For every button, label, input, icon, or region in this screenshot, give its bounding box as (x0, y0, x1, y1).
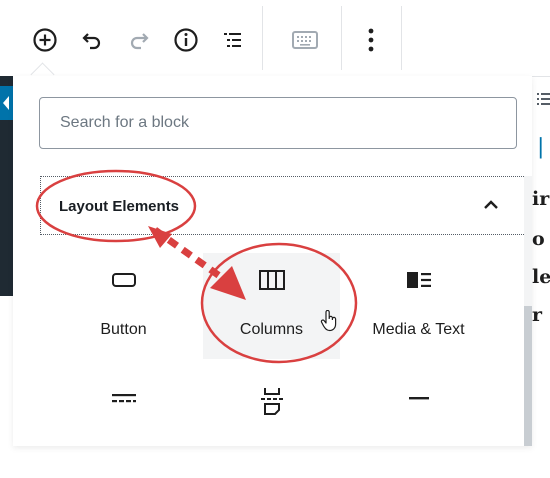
block-page-break[interactable] (203, 372, 340, 478)
block-more[interactable] (55, 372, 192, 478)
background-text-line: le (532, 266, 550, 288)
info-icon (174, 28, 198, 52)
background-link: ▏ (540, 138, 550, 158)
block-columns[interactable]: Columns (203, 253, 340, 359)
keyboard-icon (292, 31, 318, 49)
more-vertical-icon (368, 28, 374, 52)
hand-cursor-icon (320, 310, 337, 332)
background-text-line: r (532, 304, 543, 326)
undo-icon (82, 33, 101, 50)
block-label: Media & Text (372, 321, 465, 338)
info-button[interactable] (168, 22, 204, 58)
more-icon (111, 394, 136, 403)
undo-button[interactable] (74, 22, 110, 58)
columns-icon (258, 270, 285, 290)
toolbar-divider (262, 6, 263, 70)
list-icon (224, 33, 241, 47)
block-media-text[interactable]: Media & Text (350, 253, 487, 359)
block-button[interactable]: Button (55, 253, 192, 359)
redo-button[interactable] (121, 22, 157, 58)
scrollbar-thumb[interactable] (524, 306, 532, 446)
media-text-icon (406, 272, 431, 288)
toolbar-divider (401, 6, 402, 70)
block-separator[interactable] (350, 372, 487, 478)
redo-icon (130, 33, 149, 50)
panel-title: Layout Elements (59, 198, 180, 215)
list-view-icon (537, 93, 550, 105)
collapse-sidebar-tab[interactable] (0, 86, 13, 120)
keyboard-button[interactable] (287, 22, 323, 58)
block-inserter-popover: Layout Elements Button Columns (13, 76, 532, 446)
chevron-left-icon (3, 96, 9, 110)
toolbar-divider (341, 6, 342, 70)
block-search-input[interactable] (39, 97, 517, 149)
more-options-button[interactable] (353, 22, 389, 58)
block-label: Button (100, 321, 147, 338)
page-break-icon (260, 388, 283, 415)
background-text-line: ir (532, 188, 550, 210)
inserter-scrollbar[interactable] (524, 176, 532, 446)
add-block-button[interactable] (27, 22, 63, 58)
separator-icon (408, 397, 429, 400)
background-text-line: o (532, 228, 545, 250)
button-icon (111, 273, 136, 287)
chevron-up-icon (484, 200, 498, 209)
layout-elements-panel-toggle[interactable]: Layout Elements (40, 176, 528, 235)
editor-toolbar (0, 0, 550, 77)
outline-button[interactable] (215, 22, 251, 58)
plus-circle-icon (33, 28, 57, 52)
